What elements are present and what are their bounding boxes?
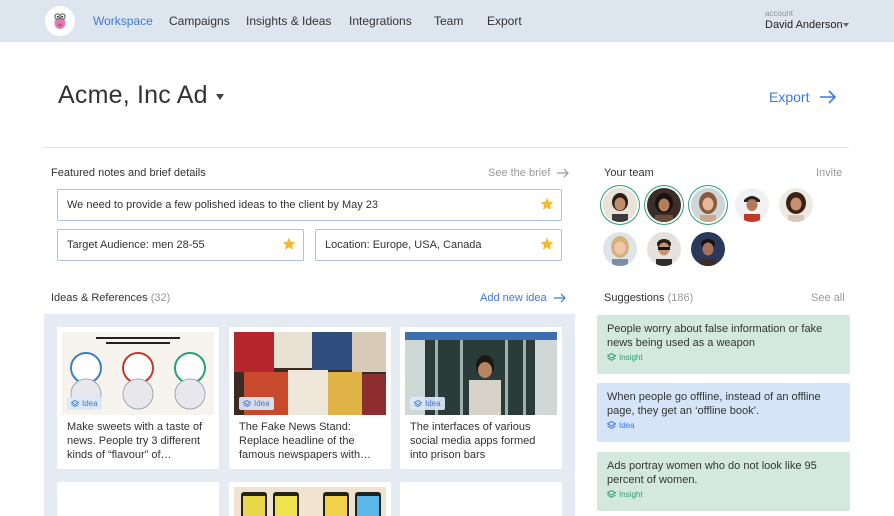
idea-text: Make sweets with a taste of news. People…	[67, 421, 203, 461]
suggestion-tag: Insight	[607, 353, 643, 362]
idea-badge: Idea	[239, 397, 274, 410]
app-logo[interactable]	[45, 6, 75, 36]
ideas-title-text: Ideas & References	[51, 292, 148, 304]
export-button[interactable]: Export	[769, 89, 809, 105]
idea-text: The Fake News Stand: Replace headline of…	[239, 421, 372, 461]
idea-image	[234, 487, 386, 516]
idea-badge-label: Idea	[425, 399, 441, 408]
team-avatar[interactable]	[691, 232, 725, 266]
nav-insights-ideas[interactable]: Insights & Ideas	[246, 14, 331, 28]
team-avatar[interactable]	[691, 188, 725, 222]
team-avatar[interactable]	[779, 188, 813, 222]
chevron-down-icon[interactable]	[843, 23, 849, 27]
suggestions-title-text: Suggestions	[604, 292, 665, 304]
chevron-down-icon[interactable]	[216, 94, 224, 100]
suggestion-text: People worry about false information or …	[607, 323, 823, 349]
suggestion-text: When people go offline, instead of an of…	[607, 391, 821, 417]
team-avatar[interactable]	[735, 188, 769, 222]
suggestion-tag-label: Idea	[619, 421, 635, 430]
suggestion-tag-label: Insight	[619, 353, 643, 362]
page-title[interactable]: Acme, Inc Ad	[58, 81, 208, 110]
idea-text: The interfaces of various social media a…	[410, 421, 536, 461]
note-target-audience[interactable]: Target Audience: men 28-55	[57, 229, 304, 261]
idea-badge-label: Idea	[254, 399, 270, 408]
suggestion-card[interactable]: People worry about false information or …	[597, 315, 850, 374]
header-divider	[44, 147, 849, 148]
note-text: Location: Europe, USA, Canada	[325, 239, 482, 251]
idea-card[interactable]: Idea The interfaces of various social me…	[400, 327, 562, 469]
note-text: We need to provide a few polished ideas …	[67, 199, 379, 211]
note-location[interactable]: Location: Europe, USA, Canada	[315, 229, 562, 261]
nav-workspace[interactable]: Workspace	[93, 14, 153, 28]
note-deadline[interactable]: We need to provide a few polished ideas …	[57, 189, 562, 221]
ideas-count: (32)	[150, 292, 171, 304]
star-icon[interactable]	[540, 237, 554, 251]
suggestions-title: Suggestions (186)	[604, 292, 693, 304]
note-text: Target Audience: men 28-55	[67, 239, 205, 251]
nav-export[interactable]: Export	[487, 14, 522, 28]
team-avatar[interactable]	[603, 188, 637, 222]
ideas-title: Ideas & References (32)	[51, 292, 170, 304]
idea-badge-label: Idea	[82, 399, 98, 408]
layers-icon	[607, 421, 616, 429]
invite-link[interactable]: Invite	[816, 167, 842, 179]
idea-card[interactable]: Idea Make sweets with a taste of news. P…	[57, 327, 219, 469]
star-icon[interactable]	[282, 237, 296, 251]
layers-icon	[243, 400, 251, 408]
arrow-right-icon[interactable]	[553, 293, 567, 303]
arrow-right-icon[interactable]	[819, 89, 837, 105]
suggestions-count: (186)	[667, 292, 694, 304]
nav-campaigns[interactable]: Campaigns	[169, 14, 230, 28]
arrow-right-icon[interactable]	[556, 168, 570, 178]
suggestion-tag: Insight	[607, 490, 643, 499]
idea-card[interactable]	[229, 482, 391, 516]
top-navigation-bar: Workspace Campaigns Insights & Ideas Int…	[0, 0, 894, 42]
suggestion-tag: Idea	[607, 421, 635, 430]
see-the-brief-link[interactable]: See the brief	[488, 167, 550, 179]
add-new-idea-button[interactable]: Add new idea	[480, 292, 547, 304]
idea-card[interactable]: Idea The Fake News Stand: Replace headli…	[229, 327, 391, 469]
star-icon[interactable]	[540, 197, 554, 211]
layers-icon	[414, 400, 422, 408]
layers-icon	[607, 490, 616, 498]
team-avatar[interactable]	[647, 232, 681, 266]
featured-notes-title: Featured notes and brief details	[51, 167, 206, 179]
nav-integrations[interactable]: Integrations	[349, 14, 412, 28]
idea-badge: Idea	[410, 397, 445, 410]
idea-card[interactable]	[57, 482, 219, 516]
team-title: Your team	[604, 167, 654, 179]
suggestion-text: Ads portray women who do not look like 9…	[607, 460, 817, 486]
layers-icon	[607, 353, 616, 361]
nav-team[interactable]: Team	[434, 14, 463, 28]
account-menu[interactable]: David Anderson	[765, 19, 843, 31]
team-avatar[interactable]	[603, 232, 637, 266]
account-label: account	[765, 9, 794, 18]
see-all-link[interactable]: See all	[811, 292, 845, 304]
suggestion-card[interactable]: When people go offline, instead of an of…	[597, 383, 850, 442]
idea-card[interactable]	[400, 482, 562, 516]
suggestion-card[interactable]: Ads portray women who do not look like 9…	[597, 452, 850, 511]
layers-icon	[71, 400, 79, 408]
suggestion-tag-label: Insight	[619, 490, 643, 499]
idea-badge: Idea	[67, 397, 102, 410]
team-avatar[interactable]	[647, 188, 681, 222]
